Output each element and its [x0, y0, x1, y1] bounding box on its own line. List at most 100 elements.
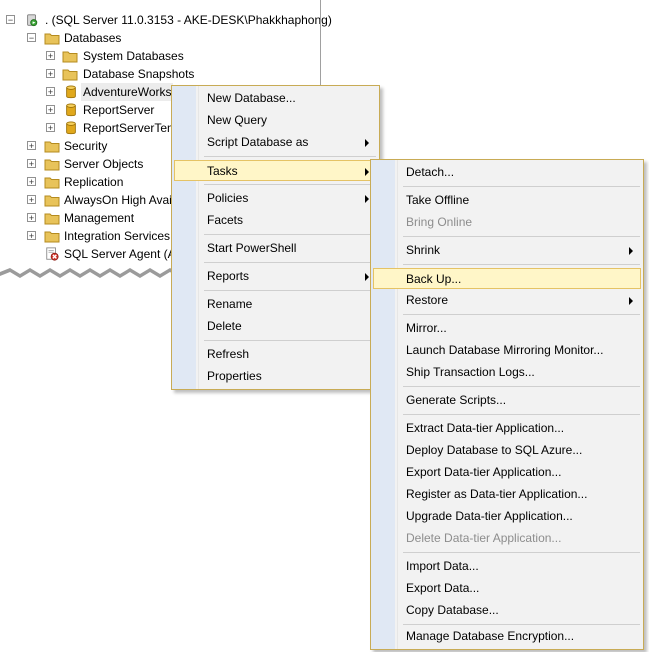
- menu-item-copy-database[interactable]: Copy Database...: [373, 600, 641, 621]
- menu-item-label: Export Data...: [406, 581, 480, 595]
- menu-item-label: Bring Online: [406, 215, 473, 229]
- menu-item-label: New Query: [207, 113, 268, 127]
- tree-label: Security: [64, 139, 108, 153]
- expand-toggle[interactable]: +: [46, 51, 55, 61]
- menu-separator: [403, 414, 640, 415]
- submenu-arrow-icon: [365, 195, 369, 203]
- expand-toggle[interactable]: +: [27, 195, 36, 205]
- expand-toggle[interactable]: +: [46, 69, 55, 79]
- menu-item-label: Refresh: [207, 347, 250, 361]
- menu-separator: [204, 184, 376, 185]
- menu-item-extract-data-tier[interactable]: Extract Data-tier Application...: [373, 418, 641, 439]
- tree-label: Database Snapshots: [83, 67, 195, 81]
- menu-item-label: Properties: [207, 369, 262, 383]
- menu-item-delete-data-tier: Delete Data-tier Application...: [373, 528, 641, 549]
- menu-item-take-offline[interactable]: Take Offline: [373, 190, 641, 211]
- server-label: . (SQL Server 11.0.3153 - AKE-DESK\Phakk…: [45, 13, 332, 27]
- expand-toggle[interactable]: +: [27, 231, 36, 241]
- submenu-arrow-icon: [629, 297, 633, 305]
- menu-separator: [204, 234, 376, 235]
- folder-icon: [44, 141, 60, 153]
- expand-toggle[interactable]: +: [46, 123, 55, 133]
- menu-item-new-query[interactable]: New Query: [174, 110, 377, 131]
- menu-item-label: Script Database as: [207, 135, 309, 149]
- menu-item-generate-scripts[interactable]: Generate Scripts...: [373, 390, 641, 411]
- folder-icon: [62, 51, 78, 63]
- menu-separator: [204, 156, 376, 157]
- menu-item-script-database-as[interactable]: Script Database as: [174, 132, 377, 153]
- menu-item-detach[interactable]: Detach...: [373, 162, 641, 183]
- expand-toggle[interactable]: +: [27, 177, 36, 187]
- menu-separator: [204, 290, 376, 291]
- menu-separator: [403, 386, 640, 387]
- menu-item-manage-encryption[interactable]: Manage Database Encryption...: [373, 626, 641, 647]
- menu-item-import-data[interactable]: Import Data...: [373, 556, 641, 577]
- menu-item-register-data-tier[interactable]: Register as Data-tier Application...: [373, 484, 641, 505]
- submenu-arrow-icon: [629, 247, 633, 255]
- database-icon: [66, 121, 76, 135]
- menu-item-label: Register as Data-tier Application...: [406, 487, 588, 501]
- collapse-toggle[interactable]: −: [27, 33, 36, 43]
- menu-item-policies[interactable]: Policies: [174, 188, 377, 209]
- menu-item-label: Rename: [207, 297, 253, 311]
- menu-separator: [204, 262, 376, 263]
- menu-item-start-powershell[interactable]: Start PowerShell: [174, 238, 377, 259]
- menu-item-label: Detach...: [406, 165, 455, 179]
- sql-agent-icon: [46, 247, 59, 261]
- folder-icon: [44, 177, 60, 189]
- tree-label: ReportServerTem: [83, 121, 178, 135]
- menu-item-ship-transaction-logs[interactable]: Ship Transaction Logs...: [373, 362, 641, 383]
- menu-item-new-database[interactable]: New Database...: [174, 88, 377, 109]
- menu-item-facets[interactable]: Facets: [174, 210, 377, 231]
- menu-item-export-data-tier[interactable]: Export Data-tier Application...: [373, 462, 641, 483]
- menu-item-restore[interactable]: Restore: [373, 290, 641, 311]
- tree-label: SQL Server Agent (A: [64, 247, 176, 261]
- menu-item-rename[interactable]: Rename: [174, 294, 377, 315]
- menu-item-label: Tasks: [207, 164, 238, 178]
- menu-item-upgrade-data-tier[interactable]: Upgrade Data-tier Application...: [373, 506, 641, 527]
- menu-item-label: Restore: [406, 293, 449, 307]
- tree-label: Replication: [64, 175, 124, 189]
- menu-item-reports[interactable]: Reports: [174, 266, 377, 287]
- menu-item-delete[interactable]: Delete: [174, 316, 377, 337]
- menu-item-label: Delete Data-tier Application...: [406, 531, 562, 545]
- menu-item-back-up[interactable]: Back Up...: [373, 268, 641, 289]
- tree-node-server[interactable]: − . (SQL Server 11.0.3153 - AKE-DESK\Pha…: [6, 11, 332, 29]
- menu-item-launch-mirroring-monitor[interactable]: Launch Database Mirroring Monitor...: [373, 340, 641, 361]
- expand-toggle[interactable]: +: [27, 141, 36, 151]
- menu-item-label: Deploy Database to SQL Azure...: [406, 443, 583, 457]
- tree-label: ReportServer: [83, 103, 155, 117]
- folder-icon: [44, 231, 60, 243]
- folder-icon: [44, 33, 60, 45]
- menu-item-label: Export Data-tier Application...: [406, 465, 562, 479]
- submenu-arrow-icon: [365, 168, 369, 176]
- menu-item-label: Generate Scripts...: [406, 393, 507, 407]
- menu-item-export-data[interactable]: Export Data...: [373, 578, 641, 599]
- collapse-toggle[interactable]: −: [6, 15, 15, 25]
- menu-separator: [204, 340, 376, 341]
- menu-separator: [403, 186, 640, 187]
- tree-label: Integration Services (: [64, 229, 178, 243]
- menu-item-deploy-to-sql-azure[interactable]: Deploy Database to SQL Azure...: [373, 440, 641, 461]
- tree-label: Databases: [64, 31, 122, 45]
- menu-item-label: New Database...: [207, 91, 296, 105]
- menu-item-properties[interactable]: Properties: [174, 366, 377, 387]
- expand-toggle[interactable]: +: [46, 105, 55, 115]
- menu-item-label: Shrink: [406, 243, 441, 257]
- tree-label: System Databases: [83, 49, 184, 63]
- menu-item-label: Delete: [207, 319, 242, 333]
- tree-label: Server Objects: [64, 157, 144, 171]
- menu-item-label: Import Data...: [406, 559, 479, 573]
- menu-item-label: Manage Database Encryption...: [406, 629, 575, 643]
- menu-item-label: Ship Transaction Logs...: [406, 365, 535, 379]
- tasks-submenu: Detach... Take Offline Bring Online Shri…: [370, 159, 644, 650]
- menu-item-label: Mirror...: [406, 321, 447, 335]
- menu-item-mirror[interactable]: Mirror...: [373, 318, 641, 339]
- menu-item-tasks[interactable]: Tasks: [174, 160, 377, 181]
- expand-toggle[interactable]: +: [27, 213, 36, 223]
- menu-item-shrink[interactable]: Shrink: [373, 240, 641, 261]
- expand-toggle[interactable]: +: [27, 159, 36, 169]
- expand-toggle[interactable]: +: [46, 87, 55, 97]
- menu-item-refresh[interactable]: Refresh: [174, 344, 377, 365]
- menu-item-label: Back Up...: [406, 272, 462, 286]
